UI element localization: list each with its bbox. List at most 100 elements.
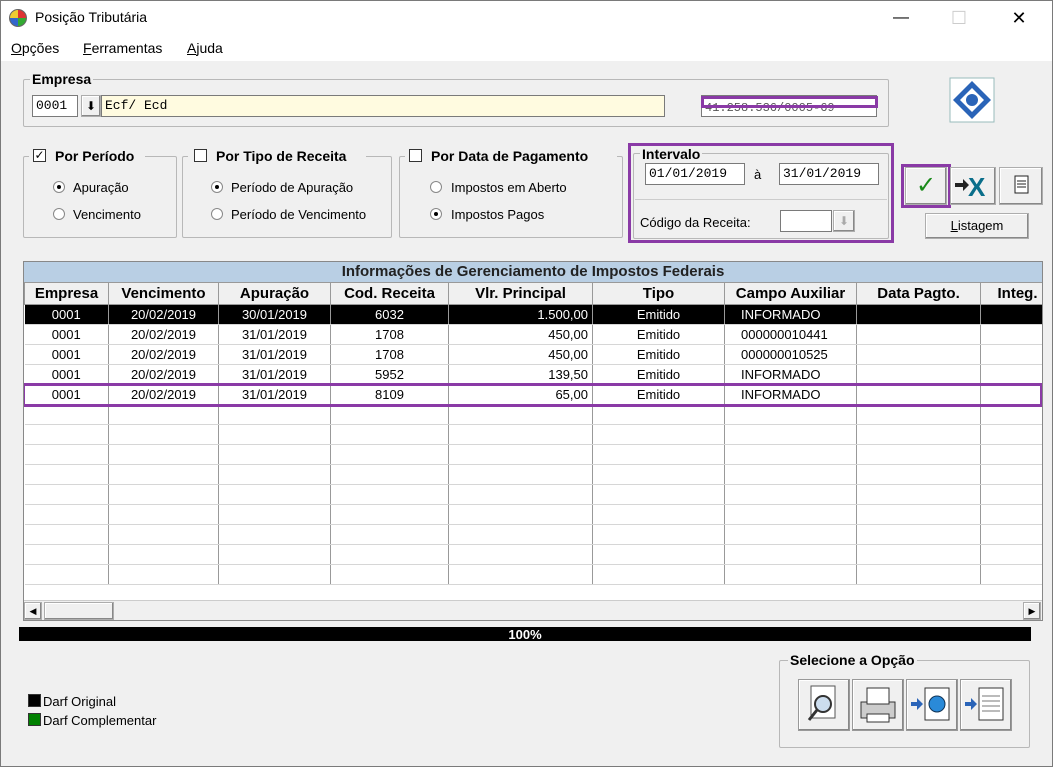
table-cell	[980, 324, 1042, 345]
table-cell	[108, 504, 219, 525]
table-cell	[980, 364, 1042, 385]
search-button[interactable]	[798, 679, 850, 731]
periodo-apuracao-label: Período de Apuração	[231, 180, 354, 195]
empresa-name-field[interactable]: Ecf/ Ecd	[101, 95, 665, 117]
por-data-checkbox[interactable]	[409, 149, 422, 162]
empresa-code-field[interactable]: 0001	[32, 95, 78, 117]
impostos-pagos-radio[interactable]	[430, 208, 442, 220]
column-header[interactable]: Vencimento	[108, 282, 219, 305]
table-cell	[592, 464, 725, 485]
codigo-receita-field[interactable]	[780, 210, 832, 232]
report-button[interactable]	[999, 167, 1043, 205]
column-header[interactable]: Empresa	[24, 282, 109, 305]
table-cell	[724, 564, 857, 585]
minimize-button[interactable]: —	[881, 5, 921, 31]
taxes-grid[interactable]: Informações de Gerenciamento de Impostos…	[23, 261, 1043, 621]
table-row[interactable]: 0001 20/02/2019 31/01/2019 1708 450,00 Emitid…	[24, 324, 1042, 345]
table-cell	[108, 404, 219, 425]
date-from-field[interactable]: 01/01/2019	[645, 163, 745, 185]
table-cell	[980, 464, 1042, 485]
maximize-button[interactable]: ☐	[939, 5, 979, 31]
table-cell	[24, 544, 109, 565]
por-data-group	[399, 156, 623, 238]
periodo-apuracao-radio[interactable]	[211, 181, 223, 193]
table-cell	[856, 404, 981, 425]
scroll-left-button[interactable]: ◀	[24, 602, 42, 620]
apuracao-radio[interactable]	[53, 181, 65, 193]
vencimento-radio[interactable]	[53, 208, 65, 220]
column-header[interactable]: Vlr. Principal	[448, 282, 593, 305]
table-cell	[980, 564, 1042, 585]
export-doc-button[interactable]	[960, 679, 1012, 731]
export-document-icon	[961, 687, 1011, 733]
periodo-vencimento-radio[interactable]	[211, 208, 223, 220]
table-cell	[448, 504, 593, 525]
codigo-receita-label: Código da Receita:	[640, 215, 751, 230]
search-icon	[799, 685, 849, 733]
por-tipo-label: Por Tipo de Receita	[216, 148, 347, 164]
table-cell	[856, 524, 981, 545]
codigo-receita-dropdown[interactable]: ⬇	[833, 210, 855, 232]
table-cell: 20/02/2019	[108, 344, 219, 365]
table-cell	[592, 504, 725, 525]
table-row[interactable]: 0001 20/02/2019 31/01/2019 5952 139,50 Emitid…	[24, 364, 1042, 385]
table-cell: 0001	[24, 304, 109, 325]
table-cell: Emitido	[592, 324, 725, 345]
table-cell	[856, 504, 981, 525]
table-cell	[592, 544, 725, 565]
table-cell: Emitido	[592, 364, 725, 385]
export-excel-button[interactable]: X	[950, 167, 996, 205]
empty-row	[24, 544, 1042, 565]
empresa-dropdown-button[interactable]: ⬇	[81, 95, 101, 117]
table-cell	[108, 564, 219, 585]
table-cell	[724, 544, 857, 565]
cnpj-highlight-box	[701, 96, 878, 108]
date-to-field[interactable]: 31/01/2019	[779, 163, 879, 185]
listagem-button[interactable]: Listagem	[925, 213, 1029, 239]
column-header[interactable]: Data Pagto.	[856, 282, 981, 305]
title-bar: Posição Tributária — ☐ ✕	[1, 1, 1052, 35]
table-cell	[980, 424, 1042, 445]
column-header[interactable]: Apuração	[218, 282, 331, 305]
listagem-label: istagem	[957, 218, 1004, 233]
table-cell	[24, 564, 109, 585]
menu-opcoes-key: O	[11, 40, 22, 56]
table-cell	[24, 524, 109, 545]
scroll-right-button[interactable]: ▶	[1023, 602, 1041, 620]
apuracao-label: Apuração	[73, 180, 129, 195]
table-cell: 139,50	[448, 364, 593, 385]
print-button[interactable]	[852, 679, 904, 731]
menu-ajuda[interactable]: Ajuda	[187, 40, 223, 56]
horizontal-scrollbar[interactable]: ◀ ▶	[24, 600, 1042, 620]
export-web-button[interactable]	[906, 679, 958, 731]
table-row[interactable]: 0001 20/02/2019 31/01/2019 1708 450,00 Emitid…	[24, 344, 1042, 365]
column-header[interactable]: Tipo	[592, 282, 725, 305]
table-cell	[724, 444, 857, 465]
por-tipo-checkbox[interactable]	[194, 149, 207, 162]
column-header[interactable]: Campo Auxiliar	[724, 282, 857, 305]
table-row[interactable]: 0001 20/02/2019 30/01/2019 6032 1.500,00 Emit…	[24, 304, 1042, 325]
table-cell	[218, 444, 331, 465]
close-button[interactable]: ✕	[999, 5, 1039, 31]
table-cell	[592, 484, 725, 505]
table-cell	[592, 444, 725, 465]
impostos-aberto-radio[interactable]	[430, 181, 442, 193]
menu-bar: Opções Ferramentas Ajuda	[1, 35, 1052, 61]
column-header[interactable]: Cod. Receita	[330, 282, 449, 305]
table-cell	[724, 404, 857, 425]
empty-row	[24, 524, 1042, 545]
table-cell	[980, 484, 1042, 505]
scroll-thumb[interactable]	[44, 602, 114, 620]
table-cell: 450,00	[448, 344, 593, 365]
table-cell: 20/02/2019	[108, 304, 219, 325]
table-cell	[856, 424, 981, 445]
company-logo	[949, 77, 995, 123]
por-periodo-checkbox[interactable]: ✓	[33, 149, 46, 162]
menu-opcoes[interactable]: Opções	[11, 40, 59, 56]
table-cell	[980, 304, 1042, 325]
column-header[interactable]: Integ.	[980, 282, 1042, 305]
table-cell	[218, 524, 331, 545]
menu-ferramentas[interactable]: Ferramentas	[83, 40, 162, 56]
table-cell	[724, 484, 857, 505]
table-cell	[856, 364, 981, 385]
